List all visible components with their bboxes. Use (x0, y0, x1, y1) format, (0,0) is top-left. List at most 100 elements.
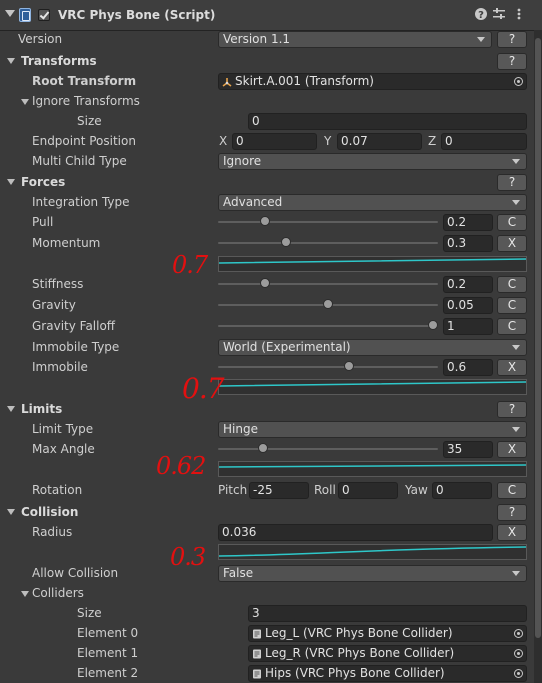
yaw-field[interactable]: 0 (432, 482, 492, 499)
handwritten-annotation: 0.7 (182, 372, 225, 405)
version-help-button[interactable]: ? (497, 31, 527, 48)
slider-knob[interactable] (344, 361, 354, 371)
momentum-value-field[interactable]: 0.3 (443, 235, 493, 252)
gravity-curve-button[interactable]: C (497, 297, 527, 314)
integration-type-dropdown[interactable]: Advanced (218, 194, 527, 211)
momentum-curve-line (218, 258, 527, 264)
more-options-icon[interactable] (512, 7, 526, 21)
limit-type-dropdown[interactable]: Hinge (218, 421, 527, 438)
version-value: Version 1.1 (223, 32, 291, 46)
root-transform-field[interactable]: Skirt.A.001 (Transform) (218, 73, 527, 90)
forces-foldout-arrow-icon[interactable] (7, 179, 15, 185)
max-angle-clear-curve-button[interactable]: X (497, 441, 527, 458)
roll-field[interactable]: 0 (338, 482, 398, 499)
limits-section-label[interactable]: Limits (21, 400, 62, 418)
collider-element-field[interactable]: Leg_R (VRC Phys Bone Collider) (248, 645, 527, 662)
limits-help-button[interactable]: ? (497, 401, 527, 418)
stiffness-curve-button[interactable]: C (497, 276, 527, 293)
scrollbar[interactable] (534, 30, 542, 683)
chevron-down-icon (512, 571, 520, 576)
forces-help-button[interactable]: ? (497, 174, 527, 191)
endpoint-x-label: X (219, 134, 228, 148)
root-transform-value: Skirt.A.001 (Transform) (235, 74, 374, 88)
max-angle-curve-line (218, 464, 527, 468)
collider-element-field[interactable]: Leg_L (VRC Phys Bone Collider) (248, 625, 527, 642)
endpoint-y-field[interactable]: 0.07 (337, 133, 422, 150)
gravity-falloff-slider[interactable] (218, 318, 438, 334)
multi-child-type-value: Ignore (223, 154, 262, 168)
immobile-slider[interactable] (218, 359, 438, 375)
stiffness-value-field[interactable]: 0.2 (443, 276, 493, 293)
slider-knob[interactable] (260, 216, 270, 226)
help-icon[interactable]: ? (474, 7, 488, 21)
ignore-transforms-size-field[interactable]: 0 (248, 113, 527, 130)
slider-track (218, 221, 438, 223)
ignore-transforms-foldout-arrow-icon[interactable] (21, 99, 29, 105)
max-angle-curve[interactable] (218, 461, 527, 477)
collider-element-field[interactable]: Hips (VRC Phys Bone Collider) (248, 665, 527, 682)
allow-collision-dropdown[interactable]: False (218, 565, 527, 582)
slider-knob[interactable] (428, 320, 438, 330)
transforms-section-label[interactable]: Transforms (21, 52, 97, 70)
immobile-curve[interactable] (218, 379, 527, 395)
gravity-falloff-value-field[interactable]: 1 (443, 318, 493, 335)
max-angle-slider[interactable] (218, 441, 438, 457)
scrollbar-thumb[interactable] (535, 38, 541, 638)
version-dropdown[interactable]: Version 1.1 (218, 31, 492, 48)
rotation-label: Rotation (32, 483, 83, 497)
endpoint-x-field[interactable]: 0 (232, 133, 317, 150)
pitch-field[interactable]: -25 (249, 482, 309, 499)
transforms-help-button[interactable]: ? (497, 53, 527, 70)
slider-knob[interactable] (260, 278, 270, 288)
collider-element-value: Leg_R (VRC Phys Bone Collider) (265, 646, 455, 660)
gravity-slider[interactable] (218, 297, 438, 313)
immobile-clear-curve-button[interactable]: X (497, 359, 527, 376)
radius-clear-curve-button[interactable]: X (497, 524, 527, 541)
collision-help-button[interactable]: ? (497, 504, 527, 521)
handwritten-annotation: 0.7 (172, 251, 208, 279)
radius-value-field[interactable]: 0.036 (218, 524, 493, 541)
collider-element-value: Hips (VRC Phys Bone Collider) (265, 666, 445, 680)
object-picker-icon[interactable] (514, 649, 523, 658)
radius-curve[interactable] (218, 544, 527, 560)
stiffness-slider[interactable] (218, 276, 438, 292)
slider-knob[interactable] (281, 237, 291, 247)
rotation-curve-button[interactable]: C (497, 482, 527, 499)
chevron-down-icon (512, 345, 520, 350)
object-picker-icon[interactable] (514, 669, 523, 678)
endpoint-position-label: Endpoint Position (32, 134, 136, 148)
multi-child-type-dropdown[interactable]: Ignore (218, 153, 527, 170)
pull-curve-button[interactable]: C (497, 214, 527, 231)
max-angle-value-field[interactable]: 35 (443, 441, 493, 458)
collision-foldout-arrow-icon[interactable] (7, 509, 15, 515)
presets-icon[interactable] (492, 7, 506, 21)
immobile-value-field[interactable]: 0.6 (443, 359, 493, 376)
slider-knob[interactable] (323, 299, 333, 309)
chevron-down-icon (512, 200, 520, 205)
immobile-type-dropdown[interactable]: World (Experimental) (218, 339, 527, 356)
slider-knob[interactable] (258, 443, 268, 453)
gravity-value-field[interactable]: 0.05 (443, 297, 493, 314)
enabled-checkbox[interactable] (38, 9, 50, 21)
colliders-label: Colliders (32, 586, 84, 600)
momentum-curve[interactable] (218, 256, 527, 272)
object-picker-icon[interactable] (514, 629, 523, 638)
momentum-label: Momentum (32, 236, 101, 250)
version-label: Version (18, 32, 63, 46)
momentum-clear-curve-button[interactable]: X (497, 235, 527, 252)
collision-section-label[interactable]: Collision (21, 503, 78, 521)
pull-slider[interactable] (218, 214, 438, 230)
radius-label: Radius (32, 525, 73, 539)
limits-foldout-arrow-icon[interactable] (7, 406, 15, 412)
object-picker-icon[interactable] (514, 77, 523, 86)
forces-section-label[interactable]: Forces (21, 173, 65, 191)
colliders-size-field[interactable]: 3 (248, 605, 527, 622)
svg-text:?: ? (478, 10, 484, 21)
momentum-slider[interactable] (218, 235, 438, 251)
transforms-foldout-arrow-icon[interactable] (7, 58, 15, 64)
endpoint-z-field[interactable]: 0 (441, 133, 527, 150)
colliders-foldout-arrow-icon[interactable] (21, 591, 29, 597)
gravity-falloff-curve-button[interactable]: C (497, 318, 527, 335)
pull-value-field[interactable]: 0.2 (443, 214, 493, 231)
collapse-arrow-icon[interactable] (5, 10, 15, 17)
